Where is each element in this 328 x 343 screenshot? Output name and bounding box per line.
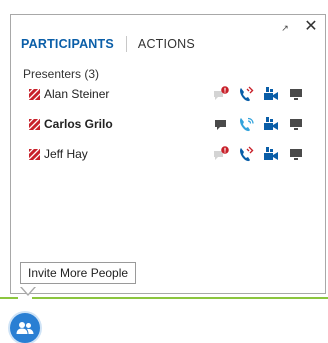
- invite-more-people-button[interactable]: Invite More People: [20, 262, 137, 284]
- im-alert-icon[interactable]: [213, 146, 229, 162]
- panel-tail-inner: [21, 286, 35, 294]
- close-icon[interactable]: ✕: [303, 19, 319, 35]
- participant-name: Alan Steiner: [44, 87, 110, 101]
- tab-divider: [125, 36, 127, 52]
- participant-row[interactable]: Jeff Hay: [19, 144, 315, 164]
- audio-connecting-icon[interactable]: [238, 116, 254, 132]
- video-icon[interactable]: [263, 86, 279, 102]
- presence-bar: [32, 297, 328, 299]
- screen-share-icon[interactable]: [288, 146, 304, 162]
- audio-muted-icon[interactable]: [238, 146, 254, 162]
- im-icon[interactable]: [213, 116, 229, 132]
- tab-actions[interactable]: ACTIONS: [138, 37, 195, 51]
- audio-muted-icon[interactable]: [238, 86, 254, 102]
- tab-participants[interactable]: PARTICIPANTS: [21, 37, 114, 51]
- participant-row[interactable]: Carlos Grilo: [19, 114, 315, 134]
- pin-icon[interactable]: ↗: [277, 20, 293, 36]
- participant-name: Jeff Hay: [44, 147, 88, 161]
- presenters-group-header[interactable]: Presenters (3): [23, 67, 99, 81]
- video-icon[interactable]: [263, 146, 279, 162]
- tab-bar: PARTICIPANTS ACTIONS: [21, 34, 195, 54]
- people-button[interactable]: [10, 313, 40, 343]
- people-icon: [16, 322, 34, 334]
- conversation-background: [0, 293, 328, 343]
- screen-share-icon[interactable]: [288, 86, 304, 102]
- presenter-icon: [29, 148, 40, 160]
- video-icon[interactable]: [263, 116, 279, 132]
- participant-name: Carlos Grilo: [44, 117, 113, 131]
- participant-row[interactable]: Alan Steiner: [19, 84, 315, 104]
- presence-bar-left: [0, 297, 18, 299]
- presenter-icon: [29, 88, 40, 100]
- screen-share-icon[interactable]: [288, 116, 304, 132]
- presenter-icon: [29, 118, 40, 130]
- participants-panel: ↗ ✕ PARTICIPANTS ACTIONS Presenters (3) …: [10, 14, 326, 294]
- im-alert-icon[interactable]: [213, 86, 229, 102]
